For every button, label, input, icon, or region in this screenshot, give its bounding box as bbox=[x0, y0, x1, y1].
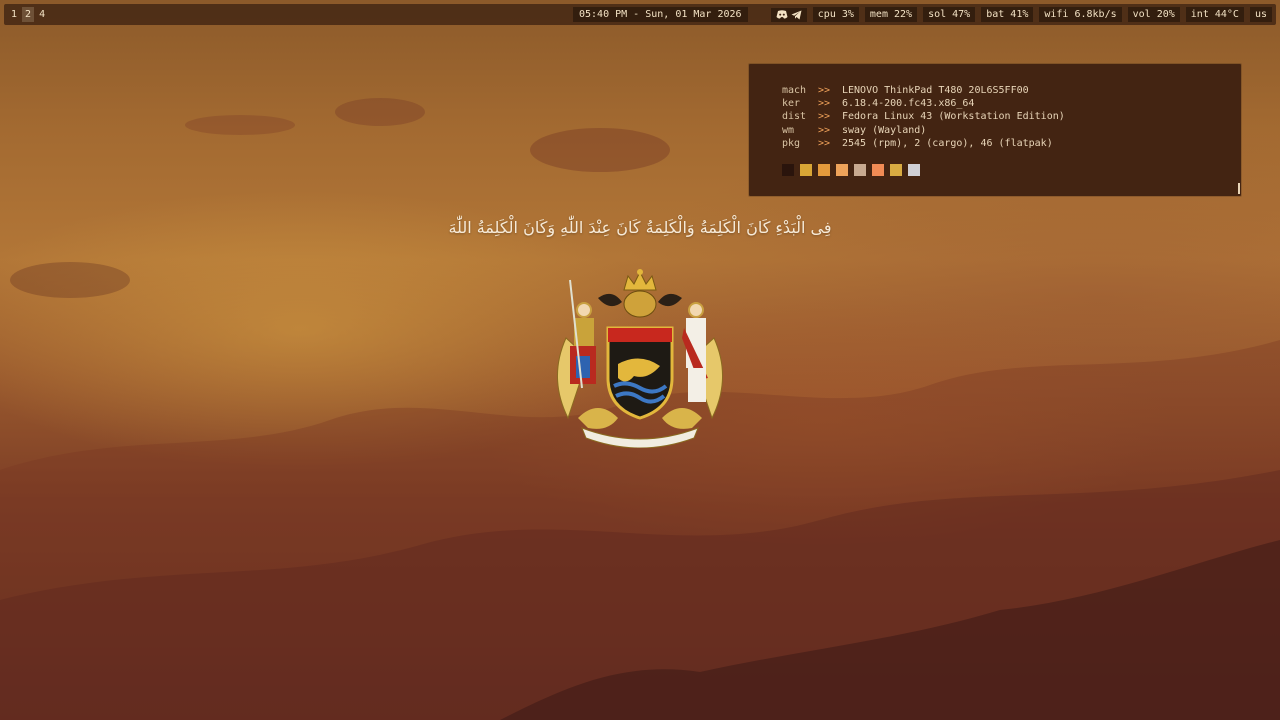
color-palette bbox=[782, 164, 920, 176]
workspace-4[interactable]: 4 bbox=[36, 7, 48, 22]
keyboard-layout-module[interactable]: us bbox=[1249, 7, 1272, 22]
fetch-row-mach: mach >> LENOVO ThinkPad T480 20L6S5FF00 bbox=[782, 85, 1029, 96]
wallpaper-verse: فِى الْبَدْءِ كَانَ الْكَلِمَةُ وَالْكَل… bbox=[448, 218, 832, 237]
color-swatch bbox=[872, 164, 884, 176]
temperature-module[interactable]: int 44°C bbox=[1185, 7, 1244, 22]
fetch-row-distro: dist >> Fedora Linux 43 (Workstation Editi… bbox=[782, 111, 1065, 122]
wifi-module[interactable]: wifi 6.8kb/s bbox=[1039, 7, 1122, 22]
color-swatch bbox=[800, 164, 812, 176]
fetch-row-kernel: ker >> 6.18.4-200.fc43.x86_64 bbox=[782, 98, 975, 109]
telegram-icon[interactable] bbox=[791, 10, 802, 20]
battery-module[interactable]: bat 41% bbox=[981, 7, 1034, 22]
fetch-row-wm: wm >> sway (Wayland) bbox=[782, 125, 927, 136]
workspace-2[interactable]: 2 bbox=[22, 7, 35, 22]
workspace-list: 1 2 4 bbox=[8, 7, 48, 22]
volume-module[interactable]: vol 20% bbox=[1127, 7, 1180, 22]
clock[interactable]: 05:40 PM - Sun, 01 Mar 2026 bbox=[573, 7, 748, 22]
terminal-cursor bbox=[1238, 183, 1240, 194]
coat-of-arms-emblem bbox=[557, 269, 723, 448]
color-swatch bbox=[908, 164, 920, 176]
color-swatch bbox=[854, 164, 866, 176]
sol-module[interactable]: sol 47% bbox=[923, 7, 976, 22]
status-area: cpu 3% mem 22% sol 47% bat 41% wifi 6.8k… bbox=[770, 7, 1272, 22]
cpu-module[interactable]: cpu 3% bbox=[812, 7, 859, 22]
top-bar: 1 2 4 05:40 PM - Sun, 01 Mar 2026 cpu 3%… bbox=[4, 4, 1276, 25]
memory-module[interactable]: mem 22% bbox=[864, 7, 918, 22]
color-swatch bbox=[818, 164, 830, 176]
color-swatch bbox=[890, 164, 902, 176]
workspace-1[interactable]: 1 bbox=[8, 7, 20, 22]
color-swatch bbox=[782, 164, 794, 176]
color-swatch bbox=[836, 164, 848, 176]
fetch-terminal[interactable]: mach >> LENOVO ThinkPad T480 20L6S5FF00 ke… bbox=[749, 64, 1241, 196]
fetch-row-packages: pkg >> 2545 (rpm), 2 (cargo), 46 (flatpak) bbox=[782, 138, 1053, 149]
discord-icon[interactable] bbox=[776, 9, 788, 20]
tray bbox=[770, 7, 807, 22]
